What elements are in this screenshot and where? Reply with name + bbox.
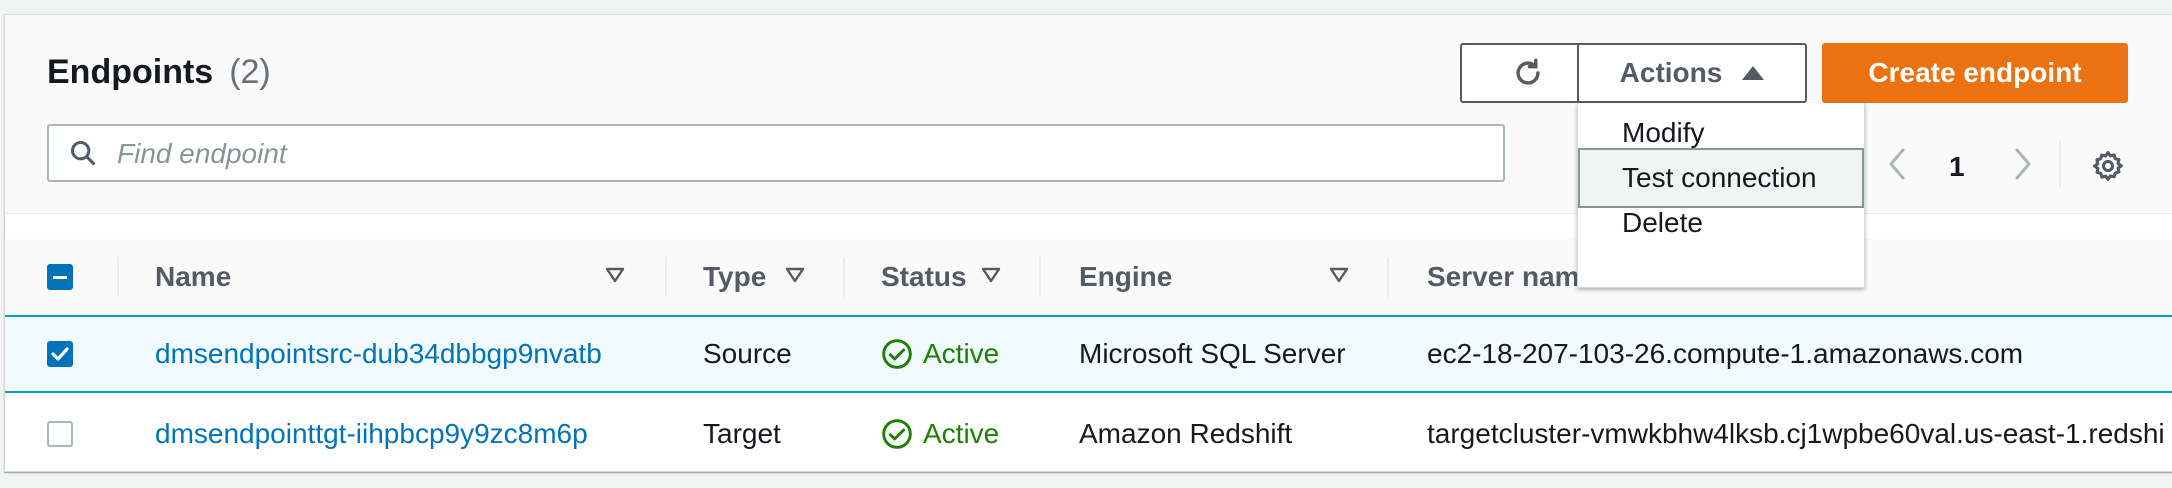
status-badge: Active <box>881 317 999 391</box>
column-header-type[interactable]: Type <box>703 239 833 315</box>
endpoint-server-name: ec2-18-207-103-26.compute-1.amazonaws.co… <box>1427 338 2024 369</box>
endpoint-count: (2) <box>229 53 271 91</box>
endpoint-type: Source <box>703 338 792 369</box>
column-divider <box>843 257 845 297</box>
column-header-status[interactable]: Status <box>881 239 1041 315</box>
endpoint-engine: Microsoft SQL Server <box>1079 338 1346 369</box>
check-circle-icon <box>882 339 912 369</box>
endpoint-engine: Amazon Redshift <box>1079 418 1293 449</box>
current-page-number[interactable]: 1 <box>1949 151 1965 183</box>
column-label-engine: Engine <box>1079 261 1173 292</box>
chevron-right-icon[interactable] <box>2007 147 2037 181</box>
sort-icon <box>785 267 805 283</box>
refresh-icon <box>1516 58 1540 85</box>
column-header-name[interactable]: Name <box>155 239 635 315</box>
pagination-divider <box>2059 141 2061 187</box>
create-endpoint-button[interactable]: Create endpoint <box>1822 43 2128 103</box>
endpoint-name-link[interactable]: dmsendpointsrc-dub34dbbgp9nvatb <box>155 317 602 391</box>
endpoint-type: Target <box>703 418 781 449</box>
column-divider <box>117 257 119 297</box>
column-divider <box>1039 257 1041 297</box>
actions-dropdown-menu: Modify Test connection Delete <box>1577 103 1865 288</box>
endpoint-server-name: targetcluster-vmwkbhw4lksb.cj1wpbe60val.… <box>1427 418 2165 449</box>
caret-up-icon <box>1742 66 1765 80</box>
endpoints-panel: Endpoints (2) Actions Create endpoint Mod… <box>4 14 2172 472</box>
column-label-status: Status <box>881 261 967 292</box>
search-icon <box>70 140 96 166</box>
check-circle-icon <box>882 419 912 449</box>
column-label-server-name: Server nam <box>1427 261 1580 292</box>
actions-label: Actions <box>1619 57 1723 88</box>
refresh-button[interactable] <box>1460 43 1596 103</box>
row-checkbox[interactable] <box>47 341 73 367</box>
status-badge: Active <box>881 395 999 473</box>
column-header-engine[interactable]: Engine <box>1079 239 1399 315</box>
table-row[interactable]: dmsendpointtgt-iihpbcp9y9zc8m6p Target A… <box>5 395 2172 473</box>
row-checkbox[interactable] <box>47 421 73 447</box>
create-endpoint-label: Create endpoint <box>1868 57 2082 88</box>
status-text: Active <box>923 418 1000 449</box>
sort-icon <box>1329 267 1349 283</box>
endpoint-name-link[interactable]: dmsendpointtgt-iihpbcp9y9zc8m6p <box>155 395 588 473</box>
search-input[interactable] <box>115 132 1479 176</box>
page-title: Endpoints (2) <box>47 53 271 92</box>
title-text: Endpoints <box>47 53 214 91</box>
column-label-name: Name <box>155 261 232 292</box>
gear-icon[interactable] <box>2091 149 2125 183</box>
status-text: Active <box>923 338 1000 369</box>
search-box[interactable] <box>47 124 1505 182</box>
column-divider <box>1387 257 1389 297</box>
checkmark-icon <box>51 347 69 361</box>
select-all-checkbox[interactable] <box>47 264 73 290</box>
column-divider <box>665 257 667 297</box>
sort-icon <box>981 267 1001 283</box>
actions-button[interactable]: Actions <box>1577 43 1807 103</box>
column-label-type: Type <box>703 261 767 292</box>
sort-icon <box>605 267 625 283</box>
table-row[interactable]: dmsendpointsrc-dub34dbbgp9nvatb Source A… <box>5 315 2172 393</box>
chevron-left-icon[interactable] <box>1883 147 1913 181</box>
menu-item-delete[interactable]: Delete <box>1578 193 1864 253</box>
